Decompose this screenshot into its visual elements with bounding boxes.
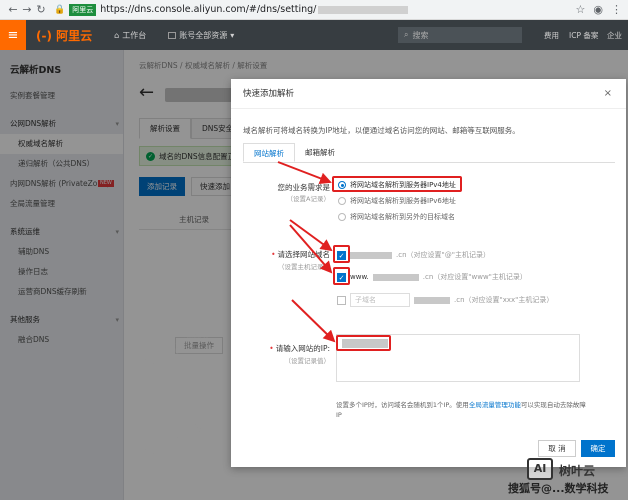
cancel-button[interactable]: 取 消 <box>538 440 576 457</box>
search-placeholder: 搜索 <box>412 30 429 40</box>
dialog-title: 快速添加解析 <box>231 79 626 109</box>
resource-group-label: 账号全部资源 <box>179 30 228 40</box>
checkbox-www-domain[interactable]: ✓ www. .cn（对应设置"www"主机记录） <box>337 272 527 282</box>
radio-ipv6[interactable]: 将网站域名解析到服务器IPv6地址 <box>338 196 456 206</box>
billing-link[interactable]: 费用 <box>544 30 559 41</box>
radio-target-domain[interactable]: 将网站域名解析到另外的目标域名 <box>338 212 455 222</box>
workbench-link[interactable]: ⌂ 工作台 <box>114 30 146 41</box>
search-icon: ⌕ <box>404 30 409 39</box>
tab-email-resolve[interactable]: 邮箱解析 <box>295 143 345 162</box>
subdomain-input[interactable]: 子域名 <box>350 293 410 307</box>
checkbox-sub-domain[interactable]: 子域名 .cn（对应设置"xxx"主机记录） <box>337 293 553 307</box>
select-domain-sublabel: （设置主机记录） <box>278 263 330 271</box>
dialog-description: 域名解析可将域名转换为IP地址，以便通过域名访问您的网站、邮箱等互联网服务。 <box>243 126 520 135</box>
domain-redacted <box>414 296 450 304</box>
chevron-down-icon: ▾ <box>230 30 235 40</box>
url-redacted <box>318 5 409 14</box>
menu-dots-icon[interactable]: ⋮ <box>611 3 622 16</box>
url-text: https://dns.console.aliyun.com/#/dns/set… <box>100 4 317 15</box>
radio-off-icon <box>338 213 346 221</box>
select-domain-label: • 请选择网站域名 <box>271 250 330 259</box>
domain-redacted <box>372 273 419 281</box>
search-input[interactable]: ⌕ 搜索 <box>398 27 522 43</box>
hamburger-menu-icon[interactable]: ≡ <box>0 20 26 50</box>
ip-label: • 请输入网站的IP: <box>269 344 330 353</box>
address-bar[interactable]: https://dns.console.aliyun.com/#/dns/set… <box>100 4 409 15</box>
workbench-label: 工作台 <box>122 30 147 40</box>
close-icon[interactable]: × <box>604 88 612 99</box>
ip-sublabel: （设置记录值） <box>284 357 331 365</box>
aliyun-logo[interactable]: (-) 阿里云 <box>36 27 92 44</box>
annotation-box-www-checkbox <box>333 267 350 285</box>
radio-off-icon <box>338 197 346 205</box>
checkbox-unchecked-icon <box>337 295 346 305</box>
resource-group-select[interactable]: 账号全部资源 ▾ <box>168 30 234 41</box>
annotation-box-ip <box>336 335 391 351</box>
domain-redacted <box>350 251 392 259</box>
ai-logo: AI <box>527 458 553 480</box>
star-icon[interactable]: ☆ <box>576 3 586 16</box>
need-label: 您的业务需求是 <box>277 183 331 192</box>
annotation-box-root-checkbox <box>333 245 350 263</box>
lock-icon: 🔒 <box>54 4 66 15</box>
need-sublabel: （设置A记录） <box>286 195 330 203</box>
home-icon: ⌂ <box>114 30 120 40</box>
site-badge: 阿里云 <box>69 3 97 16</box>
footer-caption: 搜狐号@...数学科技 <box>508 482 609 495</box>
confirm-button[interactable]: 确定 <box>581 440 615 457</box>
extension-icon[interactable]: ◉ <box>593 3 603 16</box>
forward-icon[interactable]: → <box>20 3 34 16</box>
gtm-link[interactable]: 全局流量管理功能 <box>469 401 521 409</box>
leaf-cloud-logo: 树叶云 <box>559 464 596 478</box>
annotation-box-ipv4 <box>332 176 462 192</box>
checkbox-root-domain[interactable]: ✓ .cn（对应设置"@"主机记录） <box>337 250 490 260</box>
reload-icon[interactable]: ↻ <box>34 3 48 16</box>
back-icon[interactable]: ← <box>6 3 20 16</box>
icp-link[interactable]: ICP 备案 <box>569 30 598 41</box>
browser-toolbar: ← → ↻ 🔒 阿里云 https://dns.console.aliyun.c… <box>0 0 628 20</box>
tab-website-resolve[interactable]: 网站解析 <box>243 143 295 162</box>
app-topbar: ≡ (-) 阿里云 ⌂ 工作台 账号全部资源 ▾ ⌕ 搜索 费用 ICP 备案 企业 <box>0 20 628 50</box>
enterprise-link[interactable]: 企业 <box>607 30 622 41</box>
resource-icon <box>168 31 177 39</box>
dialog-note: 设置多个IP时，访问域名会随机到1个IP。使用全局流量管理功能可以实现自动去除故… <box>336 401 586 419</box>
